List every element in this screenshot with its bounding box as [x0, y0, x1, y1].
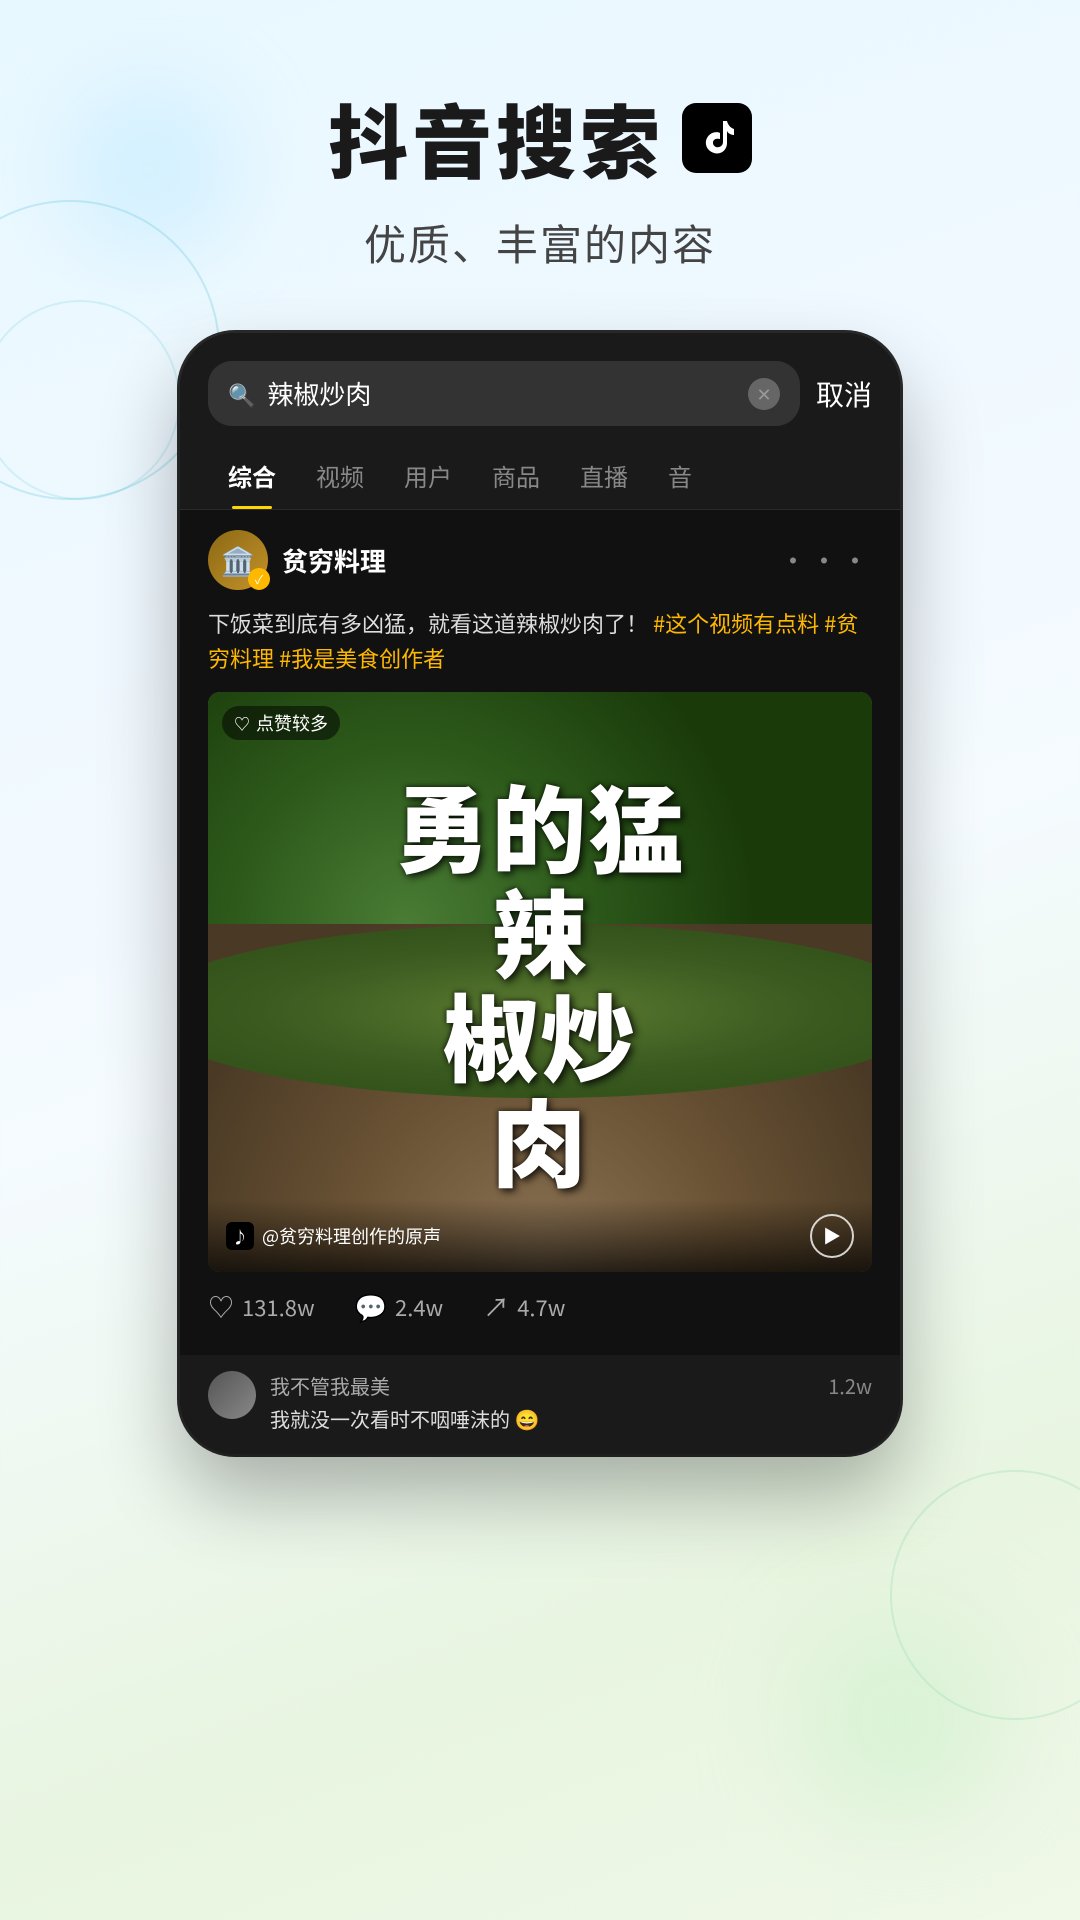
post-text: 下饭菜到底有多凶猛，就看这道辣椒炒肉了！ #这个视频有点料 #贫穷料理 #我是美… — [208, 606, 872, 676]
avatar[interactable]: 🏛️ ✓ — [208, 530, 268, 590]
tiktok-logo-icon — [682, 103, 752, 173]
verified-badge: ✓ — [248, 568, 270, 590]
username[interactable]: 贫穷料理 — [282, 542, 386, 579]
tiktok-small-icon: ♪ — [226, 1222, 254, 1250]
share-icon: ↗ — [483, 1288, 509, 1325]
comment-text: 我就没一次看时不咽唾沫的 😄 — [270, 1404, 814, 1434]
video-container[interactable]: ♡ 点赞较多 勇的猛辣椒炒肉 — [208, 692, 872, 1272]
user-info: 🏛️ ✓ 贫穷料理 — [208, 530, 386, 590]
share-count: 4.7w — [517, 1291, 565, 1323]
video-source-text: @贫穷料理创作的原声 — [262, 1223, 441, 1249]
search-input-box[interactable]: 🔍 辣椒炒肉 ✕ — [208, 361, 800, 426]
search-cancel-button[interactable]: 取消 — [816, 374, 872, 414]
post-body-text: 下饭菜到底有多凶猛，就看这道辣椒炒肉了！ — [208, 607, 648, 639]
post-header: 🏛️ ✓ 贫穷料理 ··· — [208, 530, 872, 590]
search-query: 辣椒炒肉 — [267, 375, 736, 412]
app-title: 抖音搜索 — [328, 80, 664, 196]
comment-icon: 💬 — [355, 1288, 387, 1325]
hashtag-3[interactable]: #我是美食创作者 — [279, 642, 445, 674]
phone-inner: 🔍 辣椒炒肉 ✕ 取消 综合 视频 用户 商品 直播 音 — [180, 333, 900, 1454]
comment-count: 2.4w — [395, 1291, 443, 1323]
hashtag-1[interactable]: #这个视频有点料 — [653, 607, 819, 639]
heart-icon: ♡ — [208, 1288, 234, 1325]
action-bar: ♡ 131.8w 💬 2.4w ↗ 4.7w — [208, 1272, 872, 1335]
heart-icon: ♡ — [234, 711, 250, 735]
video-badge-text: 点赞较多 — [256, 710, 328, 736]
phone-mockup: 🔍 辣椒炒肉 ✕ 取消 综合 视频 用户 商品 直播 音 — [180, 333, 900, 1454]
video-text-overlay: 勇的猛辣椒炒肉 — [241, 773, 839, 1191]
share-action[interactable]: ↗ 4.7w — [483, 1288, 565, 1325]
search-icon: 🔍 — [228, 378, 255, 410]
like-action[interactable]: ♡ 131.8w — [208, 1288, 315, 1325]
header-section: 抖音搜索 优质、丰富的内容 — [0, 0, 1080, 313]
search-clear-button[interactable]: ✕ — [748, 378, 780, 410]
search-bar-area: 🔍 辣椒炒肉 ✕ 取消 — [180, 333, 900, 442]
comment-like-count: 1.2w — [828, 1371, 872, 1400]
video-bottom-bar: ♪ @贫穷料理创作的原声 ▶ — [208, 1200, 872, 1272]
tab-商品[interactable]: 商品 — [472, 442, 560, 509]
like-count: 131.8w — [242, 1291, 315, 1323]
more-options-icon[interactable]: ··· — [779, 540, 872, 580]
tab-bar: 综合 视频 用户 商品 直播 音 — [180, 442, 900, 510]
video-image-area: 勇的猛辣椒炒肉 — [208, 692, 872, 1272]
subtitle: 优质、丰富的内容 — [0, 212, 1080, 273]
comment-username: 我不管我最美 — [270, 1371, 814, 1400]
tab-音[interactable]: 音 — [648, 442, 712, 509]
tab-视频[interactable]: 视频 — [296, 442, 384, 509]
comment-content: 我不管我最美 我就没一次看时不咽唾沫的 😄 — [270, 1371, 814, 1434]
main-title-container: 抖音搜索 — [0, 80, 1080, 196]
video-overlay-text: 勇的猛辣椒炒肉 — [241, 773, 839, 1191]
tab-综合[interactable]: 综合 — [208, 442, 296, 509]
comment-section: 我不管我最美 我就没一次看时不咽唾沫的 😄 1.2w — [180, 1355, 900, 1454]
tab-直播[interactable]: 直播 — [560, 442, 648, 509]
play-button[interactable]: ▶ — [810, 1214, 854, 1258]
content-area: 🏛️ ✓ 贫穷料理 ··· 下饭菜到底有多凶猛，就看这道辣椒炒肉了！ #这个视频… — [180, 510, 900, 1355]
tab-用户[interactable]: 用户 — [384, 442, 472, 509]
comment-action[interactable]: 💬 2.4w — [355, 1288, 444, 1325]
comment-avatar — [208, 1371, 256, 1419]
video-badge: ♡ 点赞较多 — [222, 706, 340, 740]
phone-container: 🔍 辣椒炒肉 ✕ 取消 综合 视频 用户 商品 直播 音 — [0, 333, 1080, 1454]
video-source: ♪ @贫穷料理创作的原声 — [226, 1222, 441, 1250]
